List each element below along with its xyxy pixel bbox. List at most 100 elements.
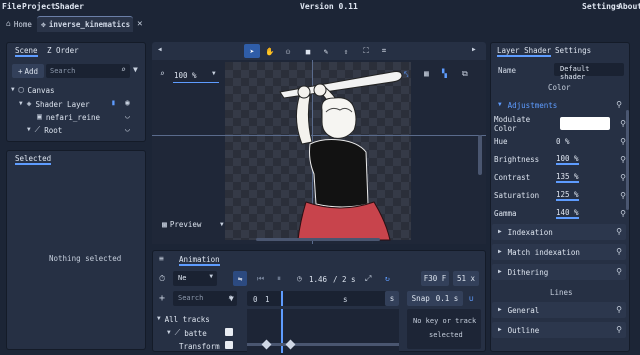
- viewport-scrollbar[interactable]: [478, 135, 482, 175]
- track-transform[interactable]: Transform: [179, 340, 220, 352]
- pin-icon[interactable]: ⚲: [616, 306, 622, 314]
- menu-project[interactable]: Project: [22, 2, 56, 11]
- viewport[interactable]: ⌕ 100 % ▼ ⤣ ▦ ▚ ⧉ ▩ Preview ▼: [152, 60, 486, 244]
- prop-hue[interactable]: Hue 0 % ⚲: [494, 134, 626, 149]
- chevron-down-icon[interactable]: ▼: [212, 71, 216, 77]
- indexation-header[interactable]: ▶ Indexation ⚲: [492, 224, 626, 240]
- loop-button[interactable]: ⇋: [233, 271, 247, 286]
- expand-icon[interactable]: ⤢: [365, 275, 371, 283]
- tree-item-nefari-reine[interactable]: ▣ nefari_reine: [37, 111, 100, 123]
- checkbox-transform[interactable]: [225, 341, 233, 349]
- plus-icon[interactable]: +: [159, 294, 165, 304]
- match-indexation-header[interactable]: ▶ Match indexation ⚲: [492, 244, 626, 260]
- tab-animation[interactable]: Animation: [179, 255, 220, 266]
- chevron-down-icon[interactable]: ▼: [220, 222, 224, 228]
- layers-view-icon[interactable]: ⧉: [462, 70, 468, 78]
- tab-z-order[interactable]: Z Order: [47, 46, 79, 55]
- tree-item-root[interactable]: ▼ ⟋ Root: [27, 124, 62, 136]
- prop-value[interactable]: 135 %: [556, 172, 579, 183]
- prop-brightness[interactable]: Brightness 100 % ⚲: [494, 152, 626, 167]
- playhead[interactable]: [281, 291, 283, 306]
- zoom-level[interactable]: 100 %: [174, 71, 197, 80]
- snap-field[interactable]: Snap 0.1 s: [407, 291, 463, 306]
- canvas-hscroll[interactable]: [256, 238, 380, 241]
- checkbox-batte[interactable]: [225, 328, 233, 336]
- clock-icon: ◷: [297, 274, 302, 283]
- pin-icon[interactable]: ⚲: [620, 210, 626, 218]
- timeline-ruler[interactable]: 0 1 s: [247, 291, 399, 306]
- prop-value[interactable]: 100 %: [556, 154, 579, 165]
- general-header[interactable]: ▶ General ⚲: [492, 302, 626, 318]
- tab-settings[interactable]: Settings: [555, 46, 591, 55]
- eye-icon[interactable]: ◡: [125, 112, 130, 120]
- menu-icon[interactable]: ≡: [159, 255, 164, 263]
- animation-select[interactable]: Ne ▼: [173, 271, 217, 286]
- bone-tool-button[interactable]: ⚇: [280, 44, 296, 58]
- rect-tool-button[interactable]: ■: [300, 44, 316, 58]
- chevron-right-icon: ▶: [498, 268, 502, 275]
- tree-item-shader-layer[interactable]: ▼ ◈ Shader Layer: [19, 98, 90, 110]
- file-icon[interactable]: ▮: [111, 99, 116, 107]
- tree-item-canvas[interactable]: ▼ ▢ Canvas: [11, 84, 55, 96]
- tab-scene[interactable]: Scene: [15, 46, 38, 57]
- inspector-scrollbar[interactable]: [626, 110, 629, 210]
- eye-icon[interactable]: ◡: [125, 125, 130, 133]
- keyframe[interactable]: [261, 339, 272, 350]
- frame-tool-button[interactable]: ⛶: [358, 44, 374, 58]
- fps-field[interactable]: F30 F: [421, 271, 449, 286]
- pause-icon[interactable]: ⏸: [277, 275, 281, 283]
- keyframe[interactable]: [285, 339, 296, 350]
- color-swatch[interactable]: [560, 117, 610, 130]
- checker-icon[interactable]: ▚: [442, 70, 447, 78]
- track-all[interactable]: ▼ All tracks: [157, 313, 210, 325]
- tab-inverse-kinematics[interactable]: ✥ inverse_kinematics ✕: [37, 16, 143, 32]
- magnet-icon[interactable]: ∪: [469, 295, 474, 303]
- seconds-unit[interactable]: s: [385, 291, 399, 306]
- menu-shader[interactable]: Shader: [55, 2, 84, 11]
- pin-icon[interactable]: ⚲: [616, 268, 622, 276]
- menu-about[interactable]: About: [618, 2, 640, 11]
- outline-header[interactable]: ▶ Outline ⚲: [492, 322, 626, 338]
- timer-icon[interactable]: ⏱: [159, 275, 165, 283]
- prop-saturation[interactable]: Saturation 125 % ⚲: [494, 188, 626, 203]
- current-time[interactable]: 1.46: [309, 275, 327, 284]
- eye-icon[interactable]: ◉: [125, 99, 130, 107]
- pin-icon[interactable]: ⚲: [616, 228, 622, 236]
- chevron-right-icon[interactable]: ▶: [472, 47, 476, 53]
- refresh-icon[interactable]: ↻: [385, 275, 390, 283]
- prop-value[interactable]: 0 %: [556, 137, 570, 146]
- timeline-area[interactable]: [247, 309, 399, 353]
- add-button[interactable]: + Add: [12, 64, 44, 78]
- chevron-left-icon[interactable]: ◀: [158, 47, 162, 53]
- menu-file[interactable]: File: [2, 2, 21, 11]
- tab-home[interactable]: ⌂ Home: [2, 16, 36, 32]
- prop-modulate-color[interactable]: Modulate Color ⚲: [494, 115, 626, 133]
- close-icon[interactable]: ✕: [137, 20, 142, 29]
- tree-item-label: Shader Layer: [35, 99, 90, 109]
- brush-tool-button[interactable]: ✎: [318, 44, 334, 58]
- select-tool-button[interactable]: ➤: [244, 44, 260, 58]
- track-search-input[interactable]: Search ⌕: [173, 291, 237, 306]
- pan-tool-button[interactable]: ✋: [262, 44, 278, 58]
- prop-value[interactable]: 125 %: [556, 190, 579, 201]
- filter-icon[interactable]: ▼: [133, 66, 138, 74]
- skip-start-icon[interactable]: ⏮: [257, 275, 264, 283]
- track-batte[interactable]: ▼ ⟋ batte: [167, 327, 207, 339]
- pin-icon[interactable]: ⚲: [616, 326, 622, 334]
- filter-icon[interactable]: ▼: [229, 295, 234, 303]
- scene-search-input[interactable]: Search ⌕: [46, 64, 130, 78]
- pin-icon[interactable]: ⚲: [616, 101, 622, 109]
- pin-icon[interactable]: ⚲: [616, 248, 622, 256]
- frames-field[interactable]: 51 x: [453, 271, 479, 286]
- upload-tool-button[interactable]: ⇧: [338, 44, 354, 58]
- preview-toggle[interactable]: ▩ Preview: [162, 220, 201, 229]
- tab-layer-shader[interactable]: Layer Shader: [497, 46, 552, 57]
- menu-settings[interactable]: Settings: [582, 2, 621, 11]
- dithering-header[interactable]: ▶ Dithering ⚲: [492, 264, 626, 280]
- adjustments-header[interactable]: ▼ Adjustments ⚲: [492, 97, 626, 113]
- shader-name-input[interactable]: Default shader: [554, 63, 624, 81]
- crop-tool-button[interactable]: ⌗: [376, 44, 392, 58]
- prop-gamma[interactable]: Gamma 140 % ⚲: [494, 206, 626, 221]
- prop-value[interactable]: 140 %: [556, 208, 579, 219]
- prop-contrast[interactable]: Contrast 135 % ⚲: [494, 170, 626, 185]
